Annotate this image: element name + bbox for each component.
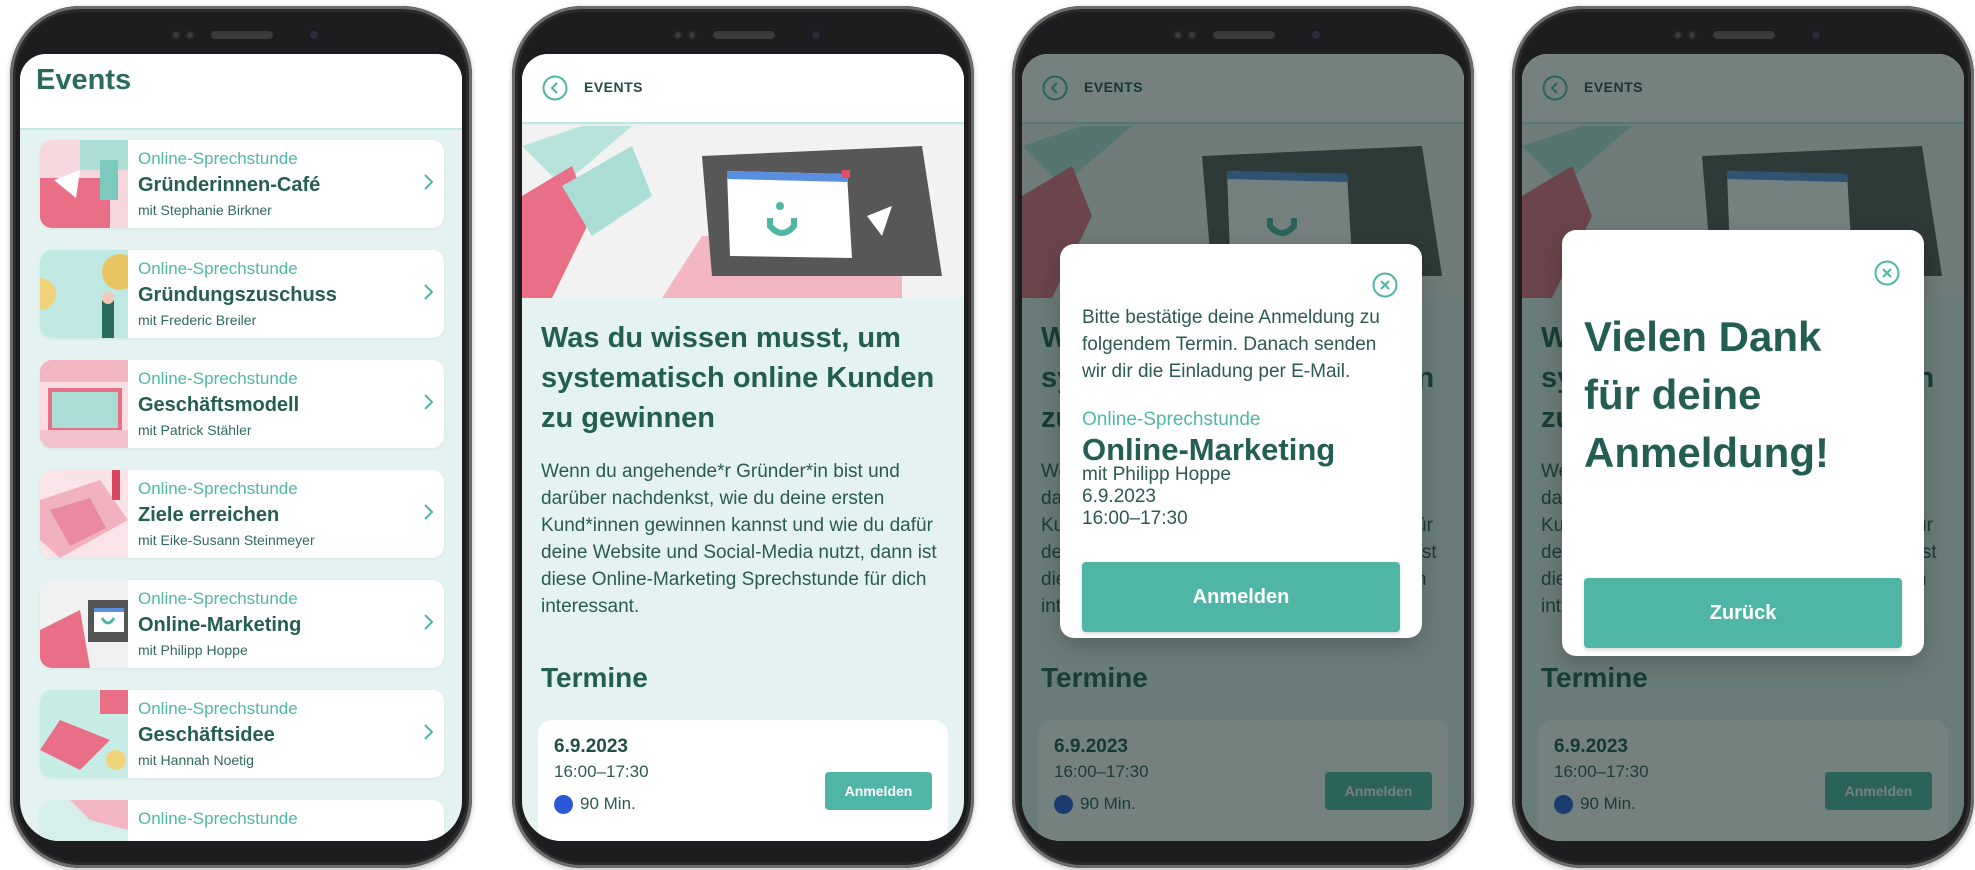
- event-time: 16:00–17:30: [1082, 508, 1188, 529]
- event-host: mit Frederic Breiler: [138, 312, 257, 328]
- chevron-right-icon: [424, 284, 434, 300]
- event-card-gruenderinnen-cafe[interactable]: Online-Sprechstunde Gründerinnen-Café mi…: [40, 140, 444, 228]
- section-title-termine: Termine: [541, 662, 648, 693]
- event-thumbnail: [40, 250, 128, 338]
- event-thumbnail: [40, 800, 128, 841]
- thanks-screen: EVENTS Was du wissen musst, um systemati…: [1522, 54, 1964, 841]
- event-title: Gründerinnen-Café: [138, 174, 321, 196]
- phone-frame-thanks-modal: EVENTS Was du wissen musst, um systemati…: [1512, 6, 1974, 868]
- event-host: mit Hannah Noetig: [138, 752, 254, 768]
- event-thumbnail: [40, 690, 128, 778]
- event-card-partial[interactable]: Online-Sprechstunde: [40, 800, 444, 841]
- hero-illustration: [522, 126, 964, 298]
- event-card-geschaeftsmodell[interactable]: Online-Sprechstunde Geschäftsmodell mit …: [40, 360, 444, 448]
- confirm-message: Bitte bestätige deine Anmeldung zu folge…: [1082, 307, 1380, 382]
- confirm-screen: EVENTS Was du wissen musst, um systemati…: [1022, 54, 1464, 841]
- page-title: Events: [36, 64, 132, 96]
- event-title: Online-Marketing: [1082, 432, 1336, 467]
- phone-notch: [663, 28, 823, 42]
- chevron-right-icon: [424, 394, 434, 410]
- back-arrow-icon[interactable]: [542, 75, 568, 101]
- event-host: mit Stephanie Birkner: [138, 202, 272, 218]
- phone-notch: [1663, 28, 1823, 42]
- event-title: Geschäftsidee: [138, 724, 275, 746]
- back-link[interactable]: EVENTS: [584, 79, 643, 95]
- video-camera-icon: [554, 795, 573, 814]
- event-thumbnail: [40, 360, 128, 448]
- chevron-right-icon: [424, 724, 434, 740]
- event-card-online-marketing[interactable]: Online-Sprechstunde Online-Marketing mit…: [40, 580, 444, 668]
- event-title: Online-Marketing: [138, 614, 302, 636]
- event-date: 6.9.2023: [1082, 486, 1156, 507]
- close-icon[interactable]: [1372, 272, 1398, 298]
- thanks-dialog: Vielen Dank für deine Anmeldung! Zurück: [1562, 230, 1924, 656]
- event-type: Online-Sprechstunde: [138, 369, 298, 388]
- event-type: Online-Sprechstunde: [138, 589, 298, 608]
- chevron-right-icon: [424, 174, 434, 190]
- event-card-ziele-erreichen[interactable]: Online-Sprechstunde Ziele erreichen mit …: [40, 470, 444, 558]
- close-icon[interactable]: [1874, 260, 1900, 286]
- event-host: mit Eike-Susann Steinmeyer: [138, 532, 315, 548]
- phone-notch: [1163, 28, 1323, 42]
- phone-notch: [161, 28, 321, 42]
- appointment-time: 16:00–17:30: [554, 762, 649, 781]
- register-button[interactable]: Anmelden: [825, 772, 932, 810]
- phone-frame-event-detail: EVENTS Was du wissen musst, um systemati…: [512, 6, 974, 868]
- appointment-date: 6.9.2023: [554, 736, 628, 757]
- event-title: Ziele erreichen: [138, 504, 280, 526]
- event-thumbnail: [40, 470, 128, 558]
- event-thumbnail: [40, 580, 128, 668]
- chevron-right-icon: [424, 504, 434, 520]
- back-button[interactable]: Zurück: [1584, 578, 1902, 648]
- event-title: Gründungszuschuss: [138, 284, 337, 306]
- event-title: Geschäftsmodell: [138, 394, 300, 416]
- thanks-message: Vielen Dank für deine Anmeldung!: [1584, 313, 1829, 476]
- phone-frame-confirm-modal: EVENTS Was du wissen musst, um systemati…: [1012, 6, 1474, 868]
- event-type: Online-Sprechstunde: [138, 259, 298, 278]
- event-type: Online-Sprechstunde: [138, 699, 298, 718]
- event-host: mit Philipp Hoppe: [1082, 464, 1231, 485]
- event-description: Wenn du angehende*r Gründer*in bist und …: [541, 461, 937, 617]
- header: Events: [20, 54, 462, 130]
- event-headline: Was du wissen musst, um systematisch onl…: [541, 322, 935, 434]
- event-type: Online-Sprechstunde: [138, 149, 298, 168]
- event-thumbnail: [40, 140, 128, 228]
- appointment-duration: 90 Min.: [580, 794, 636, 813]
- event-type: Online-Sprechstunde: [138, 479, 298, 498]
- chevron-right-icon: [424, 614, 434, 630]
- event-type: Online-Sprechstunde: [1082, 409, 1261, 430]
- event-type: Online-Sprechstunde: [138, 809, 298, 828]
- confirm-register-button[interactable]: Anmelden: [1082, 562, 1400, 632]
- event-detail-screen: EVENTS Was du wissen musst, um systemati…: [522, 54, 964, 841]
- event-card-geschaeftsidee[interactable]: Online-Sprechstunde Geschäftsidee mit Ha…: [40, 690, 444, 778]
- events-list-screen: Events Online-Sprechstunde Gründerinnen-…: [20, 54, 462, 841]
- event-card-gruendungszuschuss[interactable]: Online-Sprechstunde Gründungszuschuss mi…: [40, 250, 444, 338]
- event-host: mit Patrick Stähler: [138, 422, 252, 438]
- event-host: mit Philipp Hoppe: [138, 642, 248, 658]
- appointment-card: 6.9.2023 16:00–17:30 90 Min. Anmelden: [538, 720, 948, 841]
- header: EVENTS: [522, 54, 964, 124]
- phone-frame-events-list: Events Online-Sprechstunde Gründerinnen-…: [10, 6, 472, 868]
- confirm-dialog: Bitte bestätige deine Anmeldung zu folge…: [1060, 244, 1422, 638]
